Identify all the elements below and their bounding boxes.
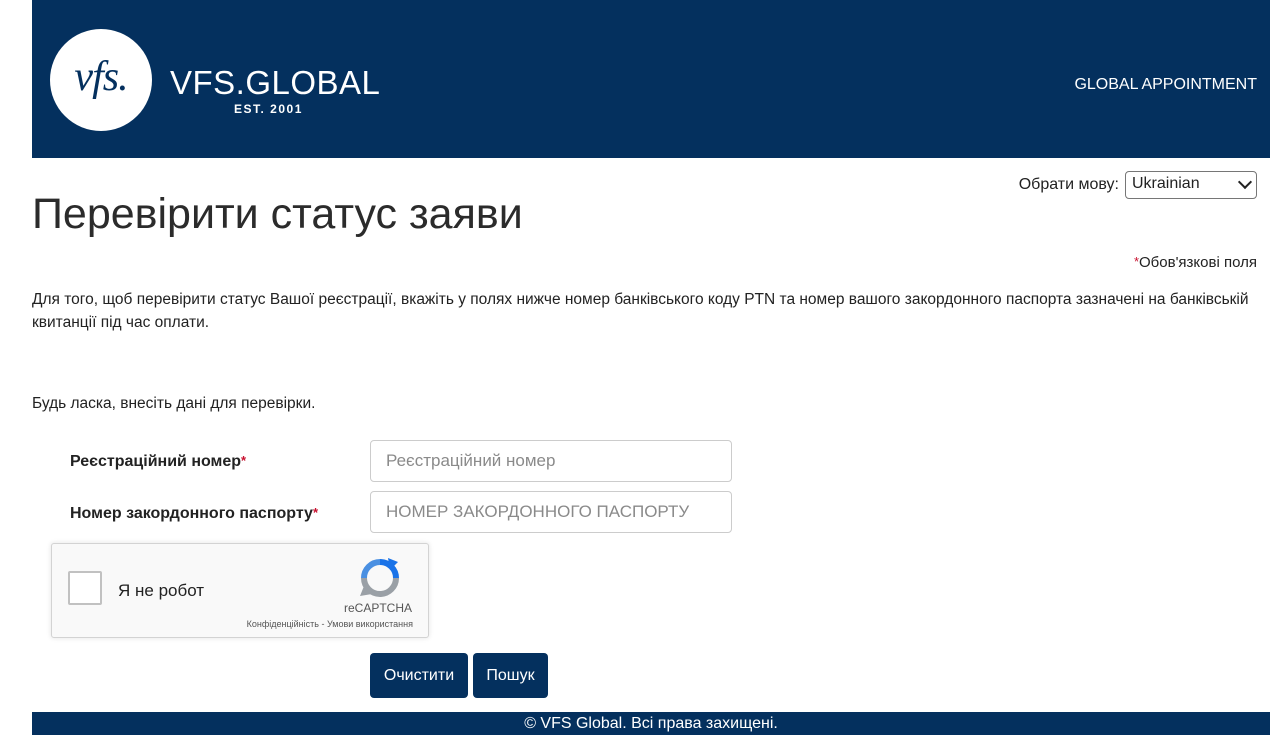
site-footer: © VFS Global. Всі права захищені. <box>32 712 1270 735</box>
clear-button[interactable]: Очистити <box>370 653 468 698</box>
recaptcha-privacy-terms-links[interactable]: Конфіденційність - Умови використання <box>247 619 413 629</box>
recaptcha-checkbox[interactable] <box>68 571 102 605</box>
search-button[interactable]: Пошук <box>473 653 548 698</box>
vfs-logo[interactable]: vfs. <box>50 29 152 131</box>
registration-number-label-text: Реєстраційний номер <box>70 453 242 470</box>
language-label: Обрати мову: <box>1018 176 1119 193</box>
vfs-logo-mark: vfs. <box>74 54 128 100</box>
recaptcha-logo-icon <box>360 558 399 597</box>
required-fields-text: Обов'язкові поля <box>1139 254 1257 271</box>
form-prompt: Будь ласка, внесіть дані для перевірки. <box>32 395 316 412</box>
registration-number-input[interactable] <box>370 440 732 482</box>
instructions-text: Для того, щоб перевірити статус Вашої ре… <box>32 291 1249 331</box>
footer-copyright: © VFS Global. Всі права захищені. <box>524 715 778 732</box>
brand-name: VFS.GLOBAL <box>170 64 381 101</box>
required-fields-note: *Обов'язкові поля <box>1134 254 1257 271</box>
recaptcha-brand: reCAPTCHA <box>343 601 412 615</box>
language-selector: Обрати мову: Ukrainian <box>1019 171 1257 199</box>
brand-established: EST. 2001 <box>234 102 303 116</box>
global-appointment-link[interactable]: GLOBAL APPOINTMENT <box>1074 76 1257 94</box>
required-asterisk: * <box>241 453 247 468</box>
recaptcha-label: Я не робот <box>118 581 205 600</box>
recaptcha-widget: Я не робот reCAPTCHA Конфіденційність - … <box>51 543 429 638</box>
passport-number-input[interactable] <box>370 491 732 533</box>
page-title: Перевірити статус заяви <box>32 190 523 238</box>
language-selected-value: Ukrainian <box>1132 175 1200 192</box>
passport-number-label-text: Номер закордонного паспорту <box>70 505 313 522</box>
language-select[interactable]: Ukrainian <box>1125 171 1257 199</box>
registration-number-label: Реєстраційний номер* <box>70 453 246 471</box>
chevron-down-icon <box>1237 174 1253 190</box>
passport-number-label: Номер закордонного паспорту* <box>70 505 318 523</box>
site-header: vfs. VFS.GLOBAL EST. 2001 GLOBAL APPOINT… <box>32 0 1270 158</box>
required-asterisk: * <box>312 505 319 520</box>
